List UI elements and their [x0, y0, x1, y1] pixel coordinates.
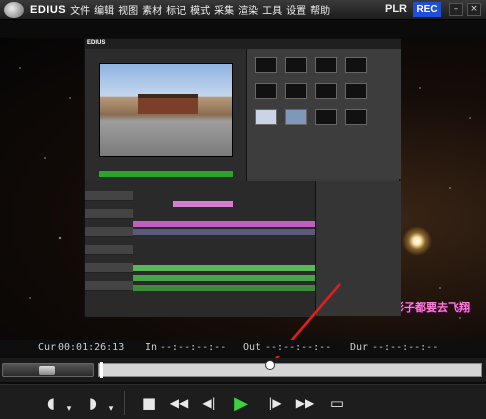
stop-icon: ■ — [141, 394, 157, 412]
scrubber-row — [0, 358, 486, 382]
menu-help[interactable]: 帮助 — [310, 2, 330, 17]
embedded-temple — [138, 94, 198, 114]
embedded-editor-image: EDIUS — [84, 38, 401, 317]
plr-toggle[interactable]: PLR — [385, 3, 407, 15]
shuttle-slider[interactable] — [2, 363, 94, 377]
menu-edit[interactable]: 编辑 — [94, 2, 114, 17]
menu-file[interactable]: 文件 — [70, 2, 90, 17]
set-out-dropdown-icon[interactable]: ▾ — [100, 399, 122, 419]
rewind-icon: ◀◀ — [169, 396, 189, 410]
cur-timecode: 00:01:26:13 — [58, 342, 125, 353]
set-in-icon: ◖ — [47, 394, 55, 412]
position-bar[interactable] — [98, 363, 482, 377]
playhead-handle[interactable] — [265, 360, 275, 370]
menu-clip[interactable]: 素材 — [142, 2, 162, 17]
rec-toggle[interactable]: REC — [413, 2, 441, 17]
close-button[interactable]: × — [467, 3, 481, 16]
fast-forward-icon: ▶▶ — [295, 396, 315, 410]
play-button[interactable]: ▶ — [230, 392, 252, 414]
in-timecode: --:--:--:-- — [160, 342, 227, 353]
step-forward-button[interactable]: |▶ — [264, 393, 286, 413]
loop-icon: ▭ — [329, 394, 345, 412]
step-back-button[interactable]: ◀| — [198, 393, 220, 413]
menu-settings[interactable]: 设置 — [286, 2, 306, 17]
embedded-video-frame — [99, 63, 233, 157]
step-forward-icon: |▶ — [268, 396, 282, 410]
embedded-green-bar — [99, 171, 233, 177]
menu-view[interactable]: 视图 — [118, 2, 138, 17]
embedded-player — [85, 49, 247, 189]
step-back-icon: ◀| — [202, 396, 216, 410]
stop-button[interactable]: ■ — [138, 393, 160, 413]
menu-capture[interactable]: 采集 — [214, 2, 234, 17]
embedded-titlebar: EDIUS — [85, 39, 401, 49]
fast-forward-button[interactable]: ▶▶ — [294, 393, 316, 413]
embedded-bin-panel — [247, 49, 401, 179]
minimize-button[interactable]: – — [449, 3, 463, 16]
shuttle-knob[interactable] — [39, 366, 55, 375]
embedded-info-panel — [315, 181, 401, 316]
out-label: Out — [243, 342, 262, 353]
cur-label: Cur — [38, 342, 57, 353]
set-in-dropdown-icon[interactable]: ▾ — [58, 399, 80, 419]
watermark-text: 影子都要去飞翔 — [393, 301, 470, 314]
in-label: In — [145, 342, 158, 353]
out-timecode: --:--:--:-- — [265, 342, 332, 353]
menu-tools[interactable]: 工具 — [262, 2, 282, 17]
menu-marker[interactable]: 标记 — [166, 2, 186, 17]
embedded-timeline — [85, 181, 315, 317]
play-icon: ▶ — [234, 392, 248, 414]
dur-label: Dur — [350, 342, 369, 353]
set-out-icon: ◗ — [89, 394, 97, 412]
dur-timecode: --:--:--:-- — [372, 342, 439, 353]
menu-bar: EDIUS 文件 编辑 视图 素材 标记 模式 采集 渲染 工具 设置 帮助 P… — [0, 0, 486, 20]
menu-mode[interactable]: 模式 — [190, 2, 210, 17]
timecode-bar: Cur 00:01:26:13 In --:--:--:-- Out --:--… — [0, 340, 486, 356]
menu-render[interactable]: 渲染 — [238, 2, 258, 17]
app-name: EDIUS — [30, 3, 67, 16]
transport-controls: ◖ ▾ ◗ ▾ ■ ◀◀ ◀| ▶ |▶ ▶▶ ▭ — [0, 384, 486, 419]
separator — [124, 391, 125, 415]
edius-logo-icon — [4, 1, 24, 18]
rewind-button[interactable]: ◀◀ — [168, 393, 190, 413]
loop-button[interactable]: ▭ — [326, 393, 348, 413]
star-glow — [402, 226, 432, 256]
position-start-marker — [100, 362, 103, 378]
